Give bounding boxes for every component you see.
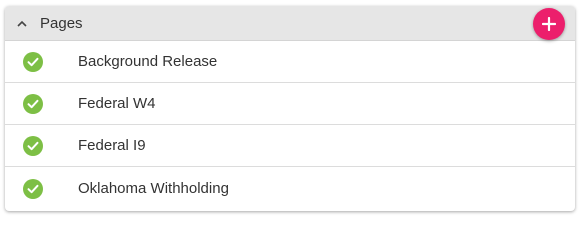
pages-panel-title: Pages [40, 14, 83, 32]
page-row-label: Federal I9 [78, 137, 146, 154]
pages-panel-header: Pages [5, 6, 575, 41]
page-row-federal-w4[interactable]: Federal W4 [5, 83, 575, 125]
page-row-label: Oklahoma Withholding [78, 180, 229, 197]
page-row-label: Background Release [78, 53, 218, 70]
check-circle-icon [23, 51, 43, 72]
check-circle-icon [23, 135, 43, 156]
check-circle-icon [23, 178, 43, 199]
page-row-oklahoma-withholding[interactable]: Oklahoma Withholding [5, 167, 575, 210]
pages-panel: Pages Background Release Federal W4 Fede… [5, 6, 575, 211]
check-circle-icon [23, 93, 43, 114]
add-page-button[interactable] [533, 8, 565, 40]
plus-icon [542, 17, 556, 31]
chevron-up-icon[interactable] [15, 16, 29, 30]
page-row-background-release[interactable]: Background Release [5, 41, 575, 83]
page-row-label: Federal W4 [78, 95, 156, 112]
page-row-federal-i9[interactable]: Federal I9 [5, 125, 575, 167]
